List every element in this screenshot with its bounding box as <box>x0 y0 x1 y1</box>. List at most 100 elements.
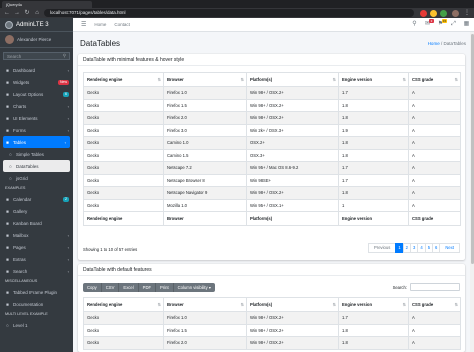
column-header[interactable]: CSS grade <box>408 211 461 226</box>
sidebar-item-level-1[interactable]: ○ Level 1 <box>0 319 73 331</box>
sidebar-item-dashboard[interactable]: ■ Dashboard ‹ <box>0 64 73 76</box>
copy-button[interactable]: Copy <box>83 283 102 292</box>
table-row[interactable]: Gecko Camino 1.5 OSX.3+ 1.8 A <box>83 148 461 162</box>
column-header[interactable]: Browser ⇅ <box>163 72 247 87</box>
table-row[interactable]: Gecko Firefox 2.0 Win 98+ / OSX.2+ 1.8 A <box>83 111 461 125</box>
sidebar-item-tabbed-iframe-plugin[interactable]: ■ Tabbed IFrame Plugin <box>0 286 73 298</box>
print-button[interactable]: Print <box>156 283 174 292</box>
sort-icon[interactable]: ⇅ <box>241 77 244 82</box>
column-header[interactable]: CSS grade ⇅ <box>408 297 461 312</box>
page-previous-button[interactable]: Previous <box>368 243 397 253</box>
search-icon[interactable]: ⚲ <box>411 21 418 28</box>
table-row[interactable]: Gecko Firefox 1.5 Win 98+ / OSX.2+ 1.8 A <box>83 98 461 112</box>
profile-icon[interactable] <box>452 9 459 17</box>
sort-icon[interactable]: ⇅ <box>403 302 406 307</box>
sidebar-item-kanban-board[interactable]: ■ Kanban Board <box>0 217 73 229</box>
sort-icon[interactable]: ⇅ <box>455 77 458 82</box>
column-header[interactable]: Engine version ⇅ <box>338 297 409 312</box>
table-row[interactable]: Gecko Netscape Browser 8 Win 98SE+ 1.7 A <box>83 173 461 187</box>
pdf-button[interactable]: PDF <box>138 283 157 292</box>
sidebar-item-charts[interactable]: ■ Charts ‹ <box>0 100 73 112</box>
back-icon[interactable]: ← <box>3 9 11 17</box>
sidebar-item-pages[interactable]: ■ Pages ‹ <box>0 241 73 253</box>
sidebar-item-calendar[interactable]: ■ Calendar 2 <box>0 193 73 205</box>
home-icon[interactable]: ⌂ <box>33 9 41 17</box>
table-search-input[interactable] <box>410 283 460 291</box>
page-next-button[interactable]: Next <box>439 243 460 253</box>
reload-icon[interactable]: ↻ <box>23 9 31 17</box>
control-sidebar-icon[interactable]: ▦ <box>463 21 470 28</box>
table-row[interactable]: Gecko Firefox 1.0 Win 98+ / OSX.2+ 1.7 A <box>83 86 461 100</box>
column-header[interactable]: Rendering engine <box>83 211 164 226</box>
content-header: DataTables Home / DataTables <box>73 32 474 52</box>
column-header[interactable]: CSS grade ⇅ <box>408 72 461 87</box>
column-header[interactable]: Platform(s) ⇅ <box>246 297 339 312</box>
user-panel[interactable]: Alexander Pierce <box>0 32 73 48</box>
table-row[interactable]: Gecko Netscape Navigator 9 Win 98+ / OSX.2… <box>83 186 461 200</box>
column-visibility-button[interactable]: Column visibility ▾ <box>173 283 215 292</box>
table-row[interactable]: Gecko Firefox 1.0 Win 98+ / OSX.2+ 1.7 A <box>83 311 461 325</box>
sort-icon[interactable]: ⇅ <box>333 77 336 82</box>
sidebar-item-widgets[interactable]: ■ Widgets New <box>0 76 73 88</box>
forward-icon[interactable]: → <box>13 9 21 17</box>
brand-link[interactable]: AdminLTE 3 <box>0 18 73 32</box>
fullscreen-icon[interactable]: ⤢ <box>450 21 457 28</box>
page-scrollbar[interactable] <box>470 32 474 352</box>
menu-icon[interactable]: ⋮ <box>463 9 471 17</box>
sidebar-item-documentation[interactable]: ■ Documentation <box>0 298 73 310</box>
address-bar[interactable]: localhost:7071/pages/tables/data.html <box>44 9 414 17</box>
nav-contact-link[interactable]: Contact <box>114 22 130 27</box>
csv-button[interactable]: CSV <box>101 283 120 292</box>
sidebar-item-ui-elements[interactable]: ■ UI Elements ‹ <box>0 112 73 124</box>
sort-icon[interactable]: ⇅ <box>158 302 161 307</box>
table-row[interactable]: Gecko Firefox 2.0 Win 98+ / OSX.2+ 1.8 A <box>83 336 461 350</box>
sidebar-item-layout-options[interactable]: ■ Layout Options 6 <box>0 88 73 100</box>
extension-icon[interactable] <box>440 9 447 17</box>
search-icon[interactable]: ⚲ <box>63 53 66 59</box>
column-header[interactable]: Platform(s) <box>246 211 339 226</box>
sidebar-item-jsgrid[interactable]: ○ jsGrid <box>0 172 73 184</box>
table-row[interactable]: Gecko Firefox 3.0 Win 2k+ / OSX.3+ 1.9 A <box>83 123 461 137</box>
sidebar-item-tables[interactable]: ■ Tables ‹ <box>3 136 70 148</box>
table-row[interactable]: Gecko Firefox 1.5 Win 98+ / OSX.2+ 1.8 A <box>83 323 461 337</box>
sidebar-search-input[interactable]: Search ⚲ <box>3 52 70 60</box>
sidebar-item-extras[interactable]: ■ Extras ‹ <box>0 253 73 265</box>
table-cell: Gecko <box>83 161 164 175</box>
sidebar-item-search[interactable]: ■ Search ‹ <box>0 265 73 277</box>
sidebar-item-datatables[interactable]: ○ DataTables <box>3 160 70 172</box>
table-row[interactable]: Gecko Camino 1.0 OSX.2+ 1.8 A <box>83 136 461 150</box>
sidebar-item-mailbox[interactable]: ■ Mailbox ‹ <box>0 229 73 241</box>
column-header[interactable]: Browser ⇅ <box>163 297 247 312</box>
column-header[interactable]: Rendering engine ⇅ <box>83 72 164 87</box>
nav-header-multi: MULTI LEVEL EXAMPLE <box>5 312 48 316</box>
messages-icon[interactable]: ✉ 3 <box>424 19 434 28</box>
sort-icon[interactable]: ⇅ <box>333 302 336 307</box>
browser-toolbar: ← → ↻ ⌂ localhost:7071/pages/tables/data… <box>0 8 474 18</box>
nav-home-link[interactable]: Home <box>94 22 106 27</box>
scrollbar-thumb[interactable] <box>470 34 474 264</box>
chevron-left-icon: ‹ <box>67 232 69 238</box>
column-header[interactable]: Platform(s) ⇅ <box>246 72 339 87</box>
sidebar-item-forms[interactable]: ■ Forms ‹ <box>0 124 73 136</box>
sort-icon[interactable]: ⇅ <box>455 302 458 307</box>
hamburger-icon[interactable]: ☰ <box>81 21 86 28</box>
sidebar-item-simple-tables[interactable]: ○ Simple Tables <box>0 148 73 160</box>
table-row[interactable]: Gecko Mozilla 1.0 Win 95+ / OSX.1+ 1 A <box>83 198 461 212</box>
extension-icon[interactable] <box>420 9 427 17</box>
column-header-label: Browser <box>167 216 184 221</box>
column-header[interactable]: Engine version <box>338 211 409 226</box>
notifications-icon[interactable]: ⚑ 15 <box>437 19 447 28</box>
column-header-label: Platform(s) <box>250 216 273 221</box>
sort-icon[interactable]: ⇅ <box>158 77 161 82</box>
extension-icon[interactable] <box>430 9 437 17</box>
breadcrumb-home[interactable]: Home <box>428 41 440 46</box>
sort-icon[interactable]: ⇅ <box>241 302 244 307</box>
browser-tab[interactable]: jQuery4u <box>2 1 92 8</box>
sidebar-item-gallery[interactable]: ■ Gallery <box>0 205 73 217</box>
table-row[interactable]: Gecko Netscape 7.2 Win 95+ / Mac OS 8.6-9.… <box>83 161 461 175</box>
excel-button[interactable]: Excel <box>119 283 139 292</box>
sort-icon[interactable]: ⇅ <box>403 77 406 82</box>
column-header[interactable]: Browser <box>163 211 247 226</box>
column-header[interactable]: Engine version ⇅ <box>338 72 409 87</box>
column-header[interactable]: Rendering engine ⇅ <box>83 297 164 312</box>
